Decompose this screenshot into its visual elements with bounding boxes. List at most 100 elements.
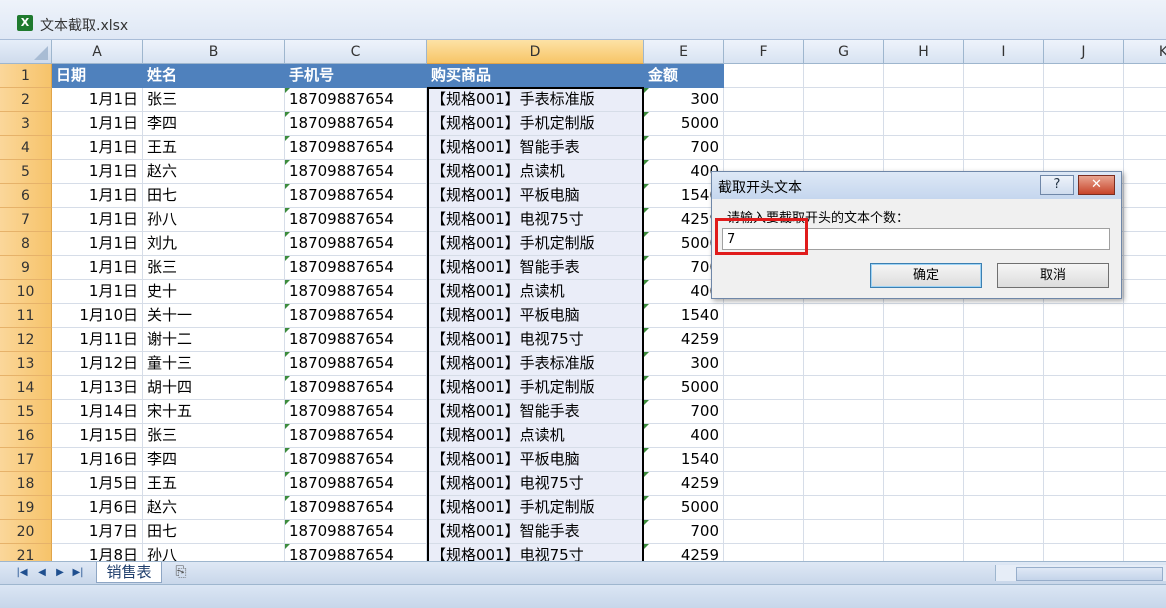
row-header[interactable]: 1 bbox=[0, 64, 52, 88]
count-input[interactable] bbox=[722, 228, 1110, 250]
spreadsheet-grid[interactable]: ABCDEFGHIJK 1 2 3 4 5 6 7 8 9 10 11 12 13 14 15 16 17 18 1… bbox=[0, 40, 1166, 561]
table-cell[interactable] bbox=[1044, 88, 1124, 112]
table-cell[interactable]: 400 bbox=[644, 424, 724, 448]
table-cell[interactable] bbox=[1124, 448, 1166, 472]
table-cell[interactable]: 赵六 bbox=[143, 496, 285, 520]
table-cell[interactable] bbox=[964, 88, 1044, 112]
table-cell[interactable] bbox=[804, 352, 884, 376]
table-cell[interactable] bbox=[884, 448, 964, 472]
row-header[interactable]: 4 bbox=[0, 136, 52, 160]
table-cell[interactable] bbox=[1044, 376, 1124, 400]
table-cell[interactable]: 5000 bbox=[644, 112, 724, 136]
table-cell[interactable] bbox=[1124, 208, 1166, 232]
table-cell[interactable]: 李四 bbox=[143, 448, 285, 472]
table-cell[interactable] bbox=[964, 376, 1044, 400]
table-cell[interactable] bbox=[804, 328, 884, 352]
table-cell[interactable]: 18709887654 bbox=[285, 544, 427, 561]
table-cell[interactable]: 4259 bbox=[644, 328, 724, 352]
table-cell[interactable] bbox=[804, 376, 884, 400]
table-cell[interactable] bbox=[964, 112, 1044, 136]
table-cell[interactable]: 18709887654 bbox=[285, 352, 427, 376]
table-cell[interactable]: 1月1日 bbox=[52, 232, 143, 256]
table-cell[interactable] bbox=[884, 544, 964, 561]
table-cell[interactable]: 1540 bbox=[644, 448, 724, 472]
row-header[interactable]: 19 bbox=[0, 496, 52, 520]
table-cell[interactable] bbox=[724, 520, 804, 544]
table-cell[interactable]: 18709887654 bbox=[285, 112, 427, 136]
table-cell[interactable] bbox=[1044, 424, 1124, 448]
table-cell[interactable] bbox=[1044, 112, 1124, 136]
table-cell[interactable]: 史十 bbox=[143, 280, 285, 304]
table-cell[interactable]: 赵六 bbox=[143, 160, 285, 184]
table-cell[interactable]: 【规格001】智能手表 bbox=[427, 256, 644, 280]
table-cell[interactable]: 童十三 bbox=[143, 352, 285, 376]
table-cell[interactable] bbox=[724, 496, 804, 520]
table-cell[interactable]: 1月13日 bbox=[52, 376, 143, 400]
table-cell[interactable]: 【规格001】平板电脑 bbox=[427, 184, 644, 208]
table-cell[interactable] bbox=[964, 424, 1044, 448]
table-cell[interactable]: 【规格001】点读机 bbox=[427, 160, 644, 184]
table-cell[interactable]: 18709887654 bbox=[285, 88, 427, 112]
table-cell[interactable]: 1月1日 bbox=[52, 280, 143, 304]
table-cell[interactable]: 田七 bbox=[143, 520, 285, 544]
table-cell[interactable] bbox=[1124, 280, 1166, 304]
table-cell[interactable]: 1月15日 bbox=[52, 424, 143, 448]
table-cell[interactable]: 1月1日 bbox=[52, 256, 143, 280]
table-cell[interactable]: 关十一 bbox=[143, 304, 285, 328]
table-cell[interactable] bbox=[884, 376, 964, 400]
table-cell[interactable]: 【规格001】电视75寸 bbox=[427, 472, 644, 496]
scrollbar-thumb[interactable] bbox=[1016, 567, 1163, 581]
table-cell[interactable] bbox=[1124, 496, 1166, 520]
column-header-f[interactable]: F bbox=[724, 40, 804, 64]
table-cell[interactable] bbox=[964, 496, 1044, 520]
table-cell[interactable] bbox=[1124, 424, 1166, 448]
table-cell[interactable]: 1月5日 bbox=[52, 472, 143, 496]
table-cell[interactable] bbox=[1124, 64, 1166, 88]
table-cell[interactable]: 胡十四 bbox=[143, 376, 285, 400]
table-cell[interactable] bbox=[1124, 88, 1166, 112]
table-cell[interactable] bbox=[964, 400, 1044, 424]
ok-button[interactable]: 确定 bbox=[870, 263, 982, 288]
row-header[interactable]: 17 bbox=[0, 448, 52, 472]
column-header-g[interactable]: G bbox=[804, 40, 884, 64]
row-header[interactable]: 2 bbox=[0, 88, 52, 112]
table-cell[interactable]: 1月11日 bbox=[52, 328, 143, 352]
row-header[interactable]: 18 bbox=[0, 472, 52, 496]
table-cell[interactable] bbox=[1124, 400, 1166, 424]
cancel-button[interactable]: 取消 bbox=[997, 263, 1109, 288]
table-cell[interactable] bbox=[804, 64, 884, 88]
table-cell[interactable]: 18709887654 bbox=[285, 136, 427, 160]
table-cell[interactable]: 18709887654 bbox=[285, 472, 427, 496]
table-cell[interactable]: 【规格001】手机定制版 bbox=[427, 232, 644, 256]
next-sheet-icon[interactable]: ▶ bbox=[54, 567, 66, 578]
table-cell[interactable] bbox=[1044, 304, 1124, 328]
table-cell[interactable] bbox=[884, 304, 964, 328]
table-cell[interactable] bbox=[1124, 184, 1166, 208]
table-header-cell[interactable]: 手机号 bbox=[285, 64, 427, 88]
table-cell[interactable]: 【规格001】手机定制版 bbox=[427, 112, 644, 136]
table-cell[interactable]: 1月1日 bbox=[52, 208, 143, 232]
table-cell[interactable]: 1月14日 bbox=[52, 400, 143, 424]
table-cell[interactable] bbox=[1044, 448, 1124, 472]
table-cell[interactable] bbox=[884, 400, 964, 424]
table-cell[interactable] bbox=[964, 136, 1044, 160]
table-cell[interactable] bbox=[964, 352, 1044, 376]
table-cell[interactable]: 张三 bbox=[143, 256, 285, 280]
table-cell[interactable] bbox=[884, 136, 964, 160]
table-cell[interactable]: 18709887654 bbox=[285, 400, 427, 424]
table-cell[interactable] bbox=[884, 328, 964, 352]
column-header-c[interactable]: C bbox=[285, 40, 427, 64]
row-header[interactable]: 8 bbox=[0, 232, 52, 256]
row-header[interactable]: 9 bbox=[0, 256, 52, 280]
column-header-j[interactable]: J bbox=[1044, 40, 1124, 64]
column-header-e[interactable]: E bbox=[644, 40, 724, 64]
table-cell[interactable]: 18709887654 bbox=[285, 208, 427, 232]
table-cell[interactable] bbox=[724, 424, 804, 448]
row-header[interactable]: 14 bbox=[0, 376, 52, 400]
table-cell[interactable]: 张三 bbox=[143, 424, 285, 448]
table-cell[interactable] bbox=[964, 520, 1044, 544]
table-cell[interactable] bbox=[1124, 112, 1166, 136]
table-cell[interactable]: 【规格001】平板电脑 bbox=[427, 448, 644, 472]
table-cell[interactable] bbox=[1044, 136, 1124, 160]
table-cell[interactable]: 1月7日 bbox=[52, 520, 143, 544]
